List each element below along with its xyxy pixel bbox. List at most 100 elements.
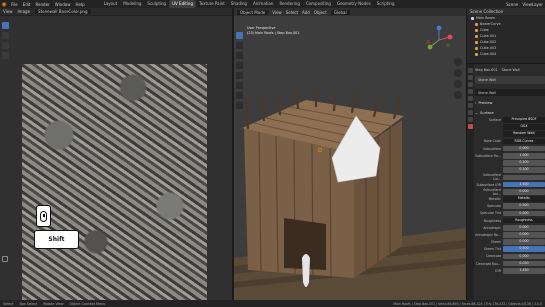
camera-view-icon[interactable] — [454, 80, 462, 88]
rotate-tool-icon[interactable] — [2, 52, 9, 59]
view-menu[interactable]: View — [3, 9, 13, 14]
scene-tab-icon[interactable] — [468, 89, 473, 94]
menu-edit[interactable]: Edit — [23, 2, 31, 7]
select-box-tool-icon[interactable] — [236, 32, 243, 39]
property-value-field[interactable]: Roughness — [503, 217, 545, 224]
viewport-menu-select[interactable]: Select — [286, 10, 298, 15]
cursor-tool-icon[interactable] — [2, 32, 9, 39]
scene-field[interactable]: Scene — [506, 2, 518, 7]
tab-scripting[interactable]: Scripting — [374, 0, 398, 8]
tab-texture-paint[interactable]: Texture Paint — [196, 0, 228, 8]
property-value-field[interactable]: 0.500 — [503, 246, 545, 253]
annotate-tool-icon[interactable] — [236, 92, 243, 99]
tab-layout[interactable]: Layout — [101, 0, 121, 8]
tab-sculpting[interactable]: Sculpting — [144, 0, 169, 8]
tab-compositing[interactable]: Compositing — [303, 0, 334, 8]
property-value-field[interactable]: Random Walk — [503, 131, 545, 138]
property-value-field[interactable]: 0.030 — [503, 260, 545, 267]
property-value-field[interactable]: 0.000 — [503, 239, 545, 245]
viewport-menu-object[interactable]: Object — [314, 10, 327, 15]
data-tab-icon[interactable] — [468, 117, 473, 122]
menu-window[interactable]: Window — [55, 2, 71, 7]
tab-geometry-nodes[interactable]: Geometry Nodes — [334, 0, 374, 8]
transform-tool-icon[interactable] — [236, 82, 243, 89]
property-value-field[interactable]: 0.000 — [503, 224, 545, 231]
object-tab-icon[interactable] — [468, 103, 473, 108]
mesh-icon — [475, 34, 478, 38]
material-slot-list[interactable]: Stone Wall — [475, 76, 545, 84]
property-label: Specular Tint — [480, 211, 501, 216]
blender-logo-icon[interactable]: ◉ — [0, 0, 8, 8]
object-mode-dropdown[interactable]: Object Mode — [237, 9, 269, 15]
zoom-icon[interactable] — [454, 58, 462, 66]
tab-animation[interactable]: Animation — [250, 0, 276, 8]
cursor-tool-icon[interactable] — [236, 42, 243, 49]
property-value-field[interactable]: RGB Curves — [503, 138, 545, 145]
world-tab-icon[interactable] — [468, 96, 473, 101]
image-menu[interactable]: Image — [18, 9, 31, 14]
property-value-field[interactable]: 0.000 — [503, 210, 545, 217]
property-value-field[interactable]: 0.000 — [503, 145, 545, 152]
view-layer-field[interactable]: ViewLayer — [522, 2, 543, 7]
property-value-field[interactable]: 1.450 — [503, 268, 545, 274]
ortho-toggle-icon[interactable] — [454, 91, 462, 99]
property-value-field[interactable]: 0.500 — [503, 203, 545, 209]
property-value-field[interactable]: 0.000 — [503, 188, 545, 195]
menu-help[interactable]: Help — [75, 2, 84, 7]
material-tab-icon[interactable] — [468, 124, 473, 129]
viewport-menu-view[interactable]: View — [272, 10, 282, 15]
navigation-gizmo-icon[interactable] — [424, 25, 454, 55]
properties-tabs — [467, 64, 474, 300]
surface-section[interactable]: ⌄ Surface — [475, 110, 545, 116]
image-name-field[interactable]: Stonewall BaseColor.png — [35, 9, 91, 14]
property-value-field[interactable]: 1.400 — [503, 181, 545, 188]
property-value-field[interactable]: GGX — [503, 124, 545, 130]
property-value-field[interactable]: Metallic — [503, 196, 545, 202]
tab-rendering[interactable]: Rendering — [276, 0, 302, 8]
outliner-label: Cube.001 — [480, 34, 497, 38]
3d-viewport[interactable]: Object Mode View Select Add Object Globa… — [234, 8, 466, 300]
move-tool-icon[interactable] — [236, 52, 243, 59]
scale-tool-icon[interactable] — [236, 72, 243, 79]
outliner-title: Scene Collection — [470, 9, 504, 14]
menu-render[interactable]: Render — [35, 2, 49, 7]
render-tab-icon[interactable] — [468, 75, 473, 80]
image-editor[interactable]: View Image Stonewall BaseColor.png — [0, 8, 233, 301]
image-editor-header: View Image Stonewall BaseColor.png — [0, 8, 232, 16]
property-value-field[interactable]: 0.000 — [503, 253, 545, 260]
collection-icon — [471, 16, 474, 20]
property-value-field[interactable]: 0.100 — [503, 167, 545, 173]
property-value-field[interactable]: Principled BSDF — [503, 117, 545, 123]
orientation-dropdown[interactable]: Global — [330, 9, 350, 15]
property-value-field[interactable]: 1.000 — [503, 153, 545, 159]
outliner[interactable]: Scene Collection Main Room BezierCurve C… — [466, 8, 545, 64]
property-label: Subsurface Ra... — [475, 153, 501, 158]
menu-file[interactable]: File — [11, 2, 18, 7]
property-row: Subsurface Ra... 1.000 — [475, 153, 545, 160]
viewport-menu-add[interactable]: Add — [302, 10, 310, 15]
rotate-tool-icon[interactable] — [236, 62, 243, 69]
property-row: Surface Principled BSDF — [475, 117, 545, 124]
sample-tool-icon[interactable] — [2, 256, 8, 262]
move-tool-icon[interactable] — [2, 42, 9, 49]
status-select: Select — [3, 301, 14, 306]
modifier-tab-icon[interactable] — [468, 110, 473, 115]
property-row: Anisotropic Ro... 0.000 — [475, 232, 545, 239]
outliner-row[interactable]: Cube.004 — [467, 51, 545, 57]
tab-modeling[interactable]: Modeling — [120, 0, 144, 8]
select-tool-icon[interactable] — [2, 22, 9, 29]
tab-uv-editing[interactable]: UV Editing — [169, 0, 196, 8]
measure-tool-icon[interactable] — [236, 102, 243, 109]
tool-tab-icon[interactable] — [468, 68, 473, 73]
property-value-field[interactable]: 0.000 — [503, 232, 545, 238]
output-tab-icon[interactable] — [468, 82, 473, 87]
property-value-field[interactable] — [503, 174, 545, 181]
status-box-select: Box Select — [19, 301, 38, 306]
preview-section[interactable]: › Preview — [475, 100, 545, 106]
tab-shading[interactable]: Shading — [228, 0, 250, 8]
property-value-field[interactable]: 0.200 — [503, 160, 545, 166]
properties-editor[interactable]: Step Box.001 Stone Wall Stone Wall Stone… — [466, 64, 545, 300]
property-row: Base Color RGB Curves — [475, 138, 545, 145]
material-selector[interactable]: Stone Wall — [475, 89, 545, 96]
pan-icon[interactable] — [454, 69, 462, 77]
